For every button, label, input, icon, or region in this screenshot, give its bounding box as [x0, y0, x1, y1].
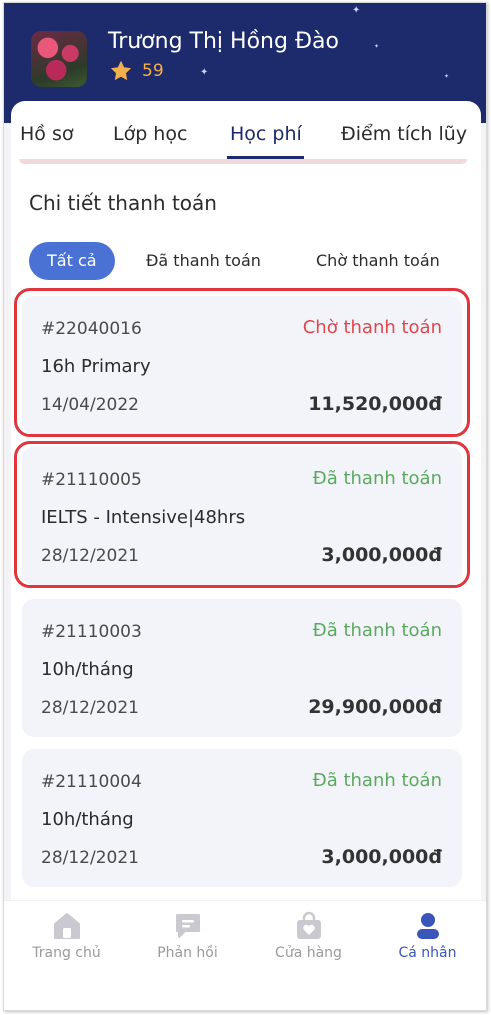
filter-pending[interactable]: Chờ thanh toán [316, 242, 440, 280]
course-name: 10h/tháng [41, 659, 134, 680]
sparkle-icon: ✦ [352, 5, 361, 16]
course-name: IELTS - Intensive|48hrs [41, 507, 246, 528]
bottom-nav: Trang chủ Phản hồi Cửa hàng Cá nhân [4, 900, 486, 1010]
filter-all[interactable]: Tất cả [29, 242, 115, 280]
payment-card[interactable]: #21110005 Đã thanh toán IELTS - Intensiv… [22, 447, 462, 585]
points-display: 59 [108, 59, 164, 83]
payment-status: Chờ thanh toán [302, 317, 442, 338]
shop-icon [297, 911, 321, 939]
payment-status: Đã thanh toán [312, 468, 442, 489]
tab-divider [19, 159, 467, 164]
tab-reward-points[interactable]: Điểm tích lũy [341, 123, 467, 145]
section-title: Chi tiết thanh toán [29, 191, 217, 215]
nav-label: Phản hồi [157, 945, 218, 961]
nav-label: Cá nhân [398, 945, 457, 961]
tab-profile[interactable]: Hồ sơ [20, 123, 73, 145]
nav-shop[interactable]: Cửa hàng [248, 901, 369, 981]
invoice-number: #21110005 [41, 470, 142, 490]
payment-date: 28/12/2021 [41, 546, 139, 566]
payment-card[interactable]: #21110004 Đã thanh toán 10h/tháng 28/12/… [22, 749, 462, 887]
sparkle-icon: ✦ [444, 73, 450, 80]
phone-screen: ✦ ✦ ✦ ✦ Trương Thị Hồng Đào 59 Hồ sơ Lớp… [3, 2, 487, 1011]
sparkle-icon: ✦ [374, 43, 380, 50]
invoice-number: #22040016 [41, 319, 142, 339]
profile-icon [417, 913, 439, 939]
feedback-icon [176, 914, 200, 938]
payment-card[interactable]: #22040016 Chờ thanh toán 16h Primary 14/… [22, 296, 462, 434]
payment-status: Đã thanh toán [312, 620, 442, 641]
nav-label: Trang chủ [32, 945, 101, 961]
star-icon [110, 60, 132, 81]
payment-date: 14/04/2022 [41, 395, 139, 415]
payment-card[interactable]: #21110003 Đã thanh toán 10h/tháng 28/12/… [22, 599, 462, 737]
invoice-number: #21110003 [41, 622, 142, 642]
nav-feedback[interactable]: Phản hồi [127, 901, 248, 981]
avatar[interactable] [31, 31, 87, 87]
payment-amount: 3,000,000đ [321, 544, 442, 566]
tab-classes[interactable]: Lớp học [113, 123, 187, 145]
course-name: 16h Primary [41, 356, 151, 377]
payment-amount: 11,520,000đ [308, 393, 442, 415]
filter-paid[interactable]: Đã thanh toán [146, 242, 261, 280]
payment-amount: 3,000,000đ [321, 846, 442, 868]
sparkle-icon: ✦ [200, 67, 209, 78]
payment-status: Đã thanh toán [312, 770, 442, 791]
nav-home[interactable]: Trang chủ [6, 901, 127, 981]
home-icon [54, 913, 80, 939]
tab-tuition[interactable]: Học phí [230, 123, 302, 145]
tab-bar: Hồ sơ Lớp học Học phí Điểm tích lũy [11, 101, 481, 161]
payment-amount: 29,900,000đ [308, 696, 442, 718]
user-name: Trương Thị Hồng Đào [108, 29, 339, 54]
payment-date: 28/12/2021 [41, 698, 139, 718]
nav-label: Cửa hàng [275, 945, 342, 961]
payment-date: 28/12/2021 [41, 848, 139, 868]
nav-profile[interactable]: Cá nhân [367, 901, 486, 981]
invoice-number: #21110004 [41, 772, 142, 792]
course-name: 10h/tháng [41, 809, 134, 830]
points-value: 59 [142, 61, 164, 81]
